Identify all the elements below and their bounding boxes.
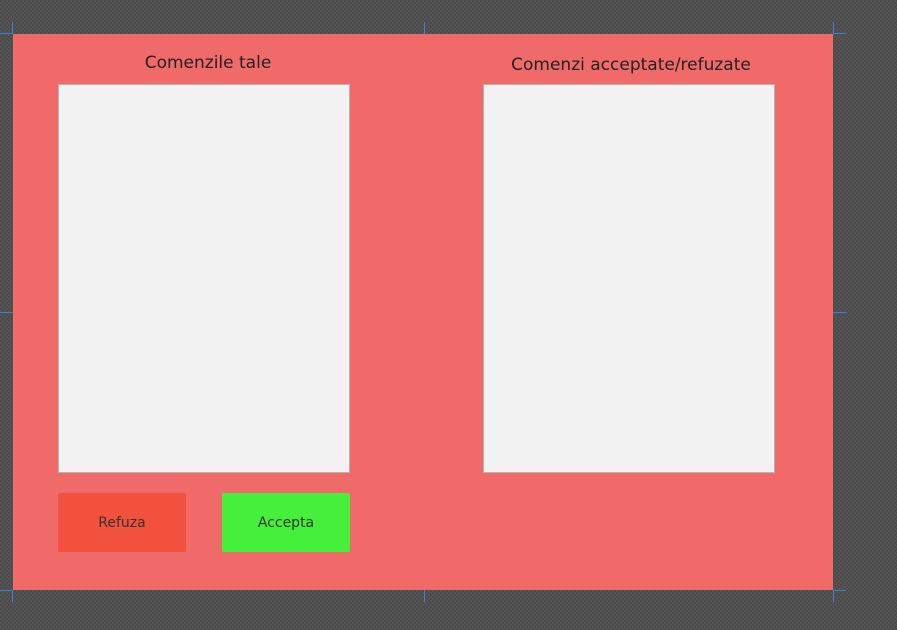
anchor-marker-bottom-mid [424, 590, 425, 602]
anchor-marker-top-right [833, 33, 846, 34]
anchor-marker-bottom-right-v [833, 590, 834, 602]
refuza-button[interactable]: Refuza [58, 493, 186, 552]
form-canvas: Comenzile tale Comenzi acceptate/refuzat… [13, 34, 833, 590]
anchor-marker-top-right-v [833, 22, 834, 34]
anchor-marker-bottom-right [833, 590, 846, 591]
my-orders-listbox[interactable] [58, 84, 350, 473]
anchor-marker-mid-right [833, 312, 846, 313]
processed-orders-listbox[interactable] [483, 84, 775, 473]
anchor-marker-top-left-v [12, 22, 13, 34]
processed-orders-title: Comenzi acceptate/refuzate [511, 55, 751, 75]
anchor-marker-mid-left [0, 312, 13, 313]
anchor-marker-top-mid [424, 22, 425, 34]
anchor-marker-bottom-left-v [12, 590, 13, 602]
my-orders-title: Comenzile tale [144, 53, 272, 73]
accepta-button[interactable]: Accepta [222, 493, 350, 552]
